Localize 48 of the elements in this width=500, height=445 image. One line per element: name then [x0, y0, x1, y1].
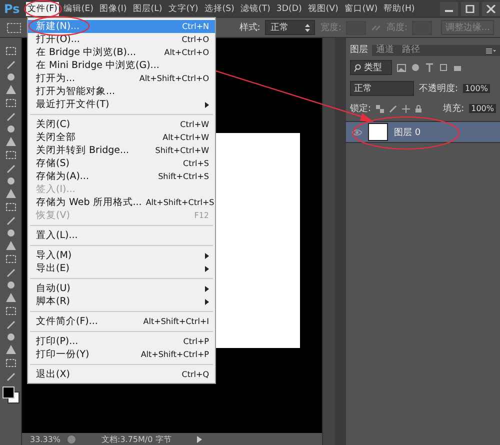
menu-item[interactable]: 导出(E) [28, 262, 215, 275]
menu-item[interactable]: 选择(S) [202, 2, 236, 16]
layer-row[interactable]: 图层 0 [346, 121, 500, 143]
menu-item[interactable]: 图层(L) [130, 2, 164, 16]
menu-item[interactable]: 关闭(C) Ctrl+W [28, 118, 215, 131]
menu-item[interactable]: 文字(Y) [166, 2, 200, 16]
menu-item[interactable]: 存储为(A)... Shift+Ctrl+S [28, 170, 215, 183]
zoom-level: 33.33% [30, 434, 61, 444]
opacity-field[interactable]: 100% [463, 84, 490, 93]
layer-name: 图层 0 [394, 126, 421, 138]
menu-item[interactable]: 编辑(E) [61, 2, 96, 16]
menu-item[interactable]: 自动(U) [28, 282, 215, 295]
menu-item[interactable]: 最近打开文件(T) [28, 98, 215, 111]
menu-item[interactable]: 文件(F) [26, 2, 60, 16]
menu-item[interactable]: 窗口(W) [342, 2, 380, 16]
panel-tab[interactable]: 通道 [372, 45, 398, 56]
style-label: 样式: [239, 22, 260, 34]
menu-item[interactable]: 在 Mini Bridge 中浏览(G)... [28, 59, 215, 72]
opacity-label: 不透明度: [419, 82, 458, 95]
menu-item[interactable]: 帮助(H) [382, 2, 417, 16]
menu-item[interactable]: 存储为 Web 所用格式... Alt+Shift+Ctrl+S [28, 196, 215, 209]
menu-item[interactable]: 打印(P)... Ctrl+P [28, 335, 215, 348]
menu-item[interactable]: 关闭并转到 Bridge... Shift+Ctrl+W [28, 144, 215, 157]
app-logo: Ps [4, 2, 20, 16]
menu-item[interactable]: 打开为... Alt+Shift+Ctrl+O [28, 72, 215, 85]
menu-item[interactable]: 置入(L)... [28, 229, 215, 242]
fill-label: 填充: [443, 102, 464, 115]
menu-item[interactable]: 导入(M) [28, 249, 215, 262]
menu-item[interactable]: 存储(S) Ctrl+S [28, 157, 215, 170]
panel-tab[interactable]: 路径 [398, 45, 424, 56]
menu-item[interactable]: 打印一份(Y) Alt+Shift+Ctrl+P [28, 348, 215, 361]
filter-dropdown[interactable]: 类型 [350, 60, 392, 75]
menu-item[interactable]: 图像(I) [98, 2, 129, 16]
menu-item[interactable]: 关闭全部 Alt+Ctrl+W [28, 131, 215, 144]
menu-item[interactable]: 脚本(R) [28, 295, 215, 308]
blend-mode-dropdown[interactable]: 正常 [350, 81, 414, 96]
menu-item[interactable]: 打开为智能对象... [28, 85, 215, 98]
menu-item[interactable]: 退出(X) Ctrl+Q [28, 368, 215, 381]
menu-item[interactable]: 在 Bridge 中浏览(B)... Alt+Ctrl+O [28, 46, 215, 59]
menu-item[interactable]: 文件简介(F)... Alt+Shift+Ctrl+I [28, 315, 215, 328]
menu-item[interactable]: 滤镜(T) [238, 2, 272, 16]
panel-tab[interactable]: 图层 [346, 45, 372, 56]
menu-item[interactable]: 3D(D) [274, 3, 304, 15]
style-dropdown[interactable]: 正常 [265, 20, 316, 35]
fill-field[interactable]: 100% [469, 104, 496, 113]
lock-label: 锁定: [350, 102, 372, 115]
document-info: 文档:3.75M/0 字节 [102, 434, 172, 444]
menu-item[interactable]: 视图(V) [306, 2, 340, 16]
